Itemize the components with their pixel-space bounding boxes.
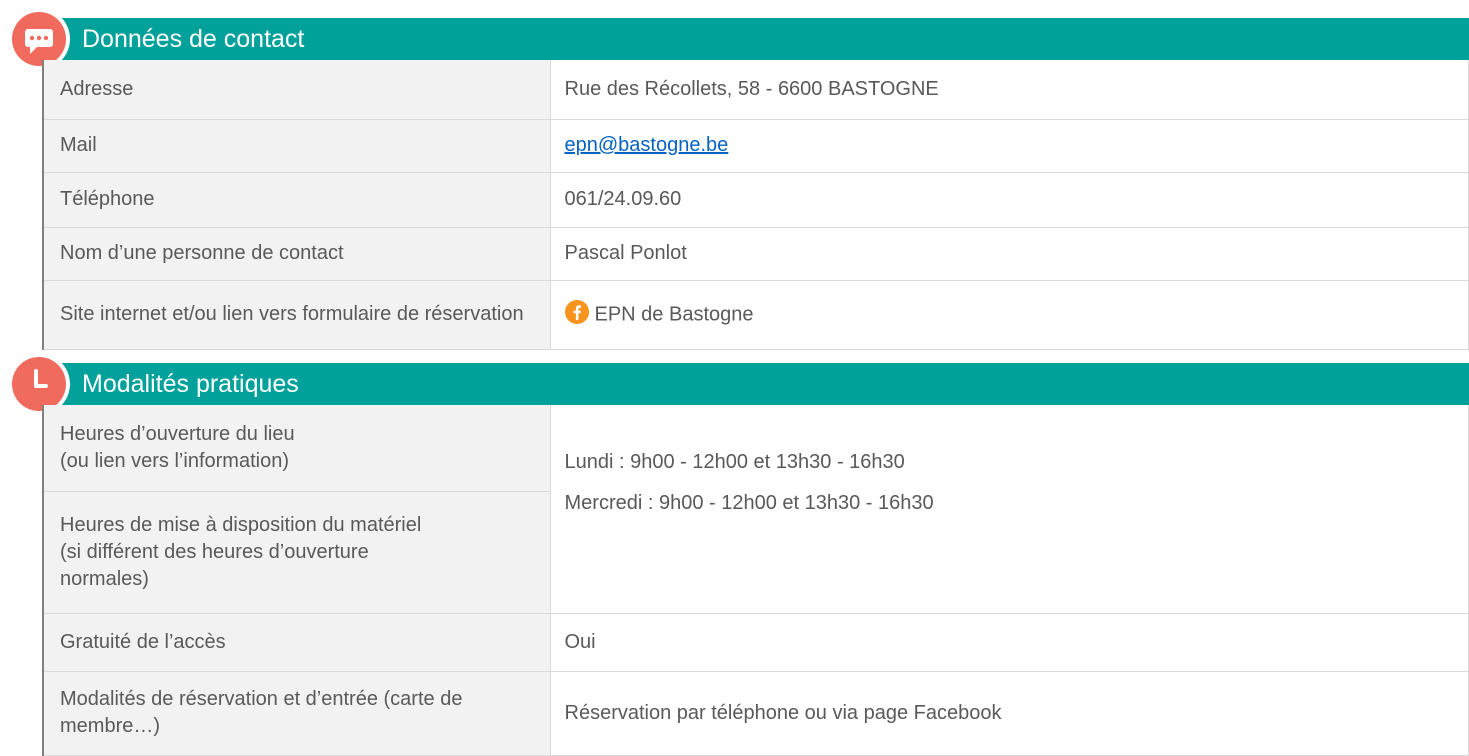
table-row: Nom d’une personne de contact Pascal Pon…: [42, 227, 1469, 281]
mail-label: Mail: [42, 119, 551, 173]
hours-monday: Lundi : 9h00 - 12h00 et 13h30 - 16h30: [564, 451, 905, 473]
hours-wednesday: Mercredi : 9h00 - 12h00 et 13h30 - 16h30: [564, 492, 934, 514]
table-row: Adresse Rue des Récollets, 58 - 6600 BAS…: [42, 60, 1469, 120]
table-row: Heures d’ouverture du lieu (ou lien vers…: [42, 405, 1469, 614]
contact-section-header: Données de contact: [42, 18, 1469, 60]
website-link[interactable]: EPN de Bastogne: [595, 303, 754, 325]
contact-table: Adresse Rue des Récollets, 58 - 6600 BAS…: [42, 60, 1469, 350]
opening-hours-label: Heures d’ouverture du lieu (ou lien vers…: [42, 405, 551, 492]
free-access-value: Oui: [550, 613, 1469, 672]
free-access-label: Gratuité de l’accès: [42, 613, 551, 672]
practical-section-title: Modalités pratiques: [82, 370, 299, 398]
contact-person-value: Pascal Ponlot: [550, 227, 1469, 281]
facebook-icon[interactable]: [564, 299, 589, 330]
reservation-value: Réservation par téléphone ou via page Fa…: [550, 671, 1469, 756]
table-row: Téléphone 061/24.09.60: [42, 172, 1469, 228]
contact-person-label: Nom d’une personne de contact: [42, 227, 551, 281]
table-row: Gratuité de l’accès Oui: [42, 613, 1469, 672]
phone-value: 061/24.09.60: [550, 172, 1469, 228]
mail-link[interactable]: epn@bastogne.be: [565, 134, 729, 156]
table-row: Mail epn@bastogne.be: [42, 119, 1469, 173]
table-row: Modalités de réservation et d’entrée (ca…: [42, 671, 1469, 756]
website-label: Site internet et/ou lien vers formulaire…: [42, 280, 551, 350]
reservation-label: Modalités de réservation et d’entrée (ca…: [42, 671, 551, 756]
address-label: Adresse: [42, 60, 551, 120]
hours-value: Lundi : 9h00 - 12h00 et 13h30 - 16h30 Me…: [550, 405, 1469, 614]
address-value: Rue des Récollets, 58 - 6600 BASTOGNE: [550, 60, 1469, 120]
practical-section-header: Modalités pratiques: [42, 363, 1469, 405]
table-row: Site internet et/ou lien vers formulaire…: [42, 280, 1469, 350]
contact-section-title: Données de contact: [82, 25, 305, 53]
practical-table: Heures d’ouverture du lieu (ou lien vers…: [42, 405, 1469, 756]
material-hours-label: Heures de mise à disposition du matériel…: [42, 491, 551, 614]
phone-label: Téléphone: [42, 172, 551, 228]
